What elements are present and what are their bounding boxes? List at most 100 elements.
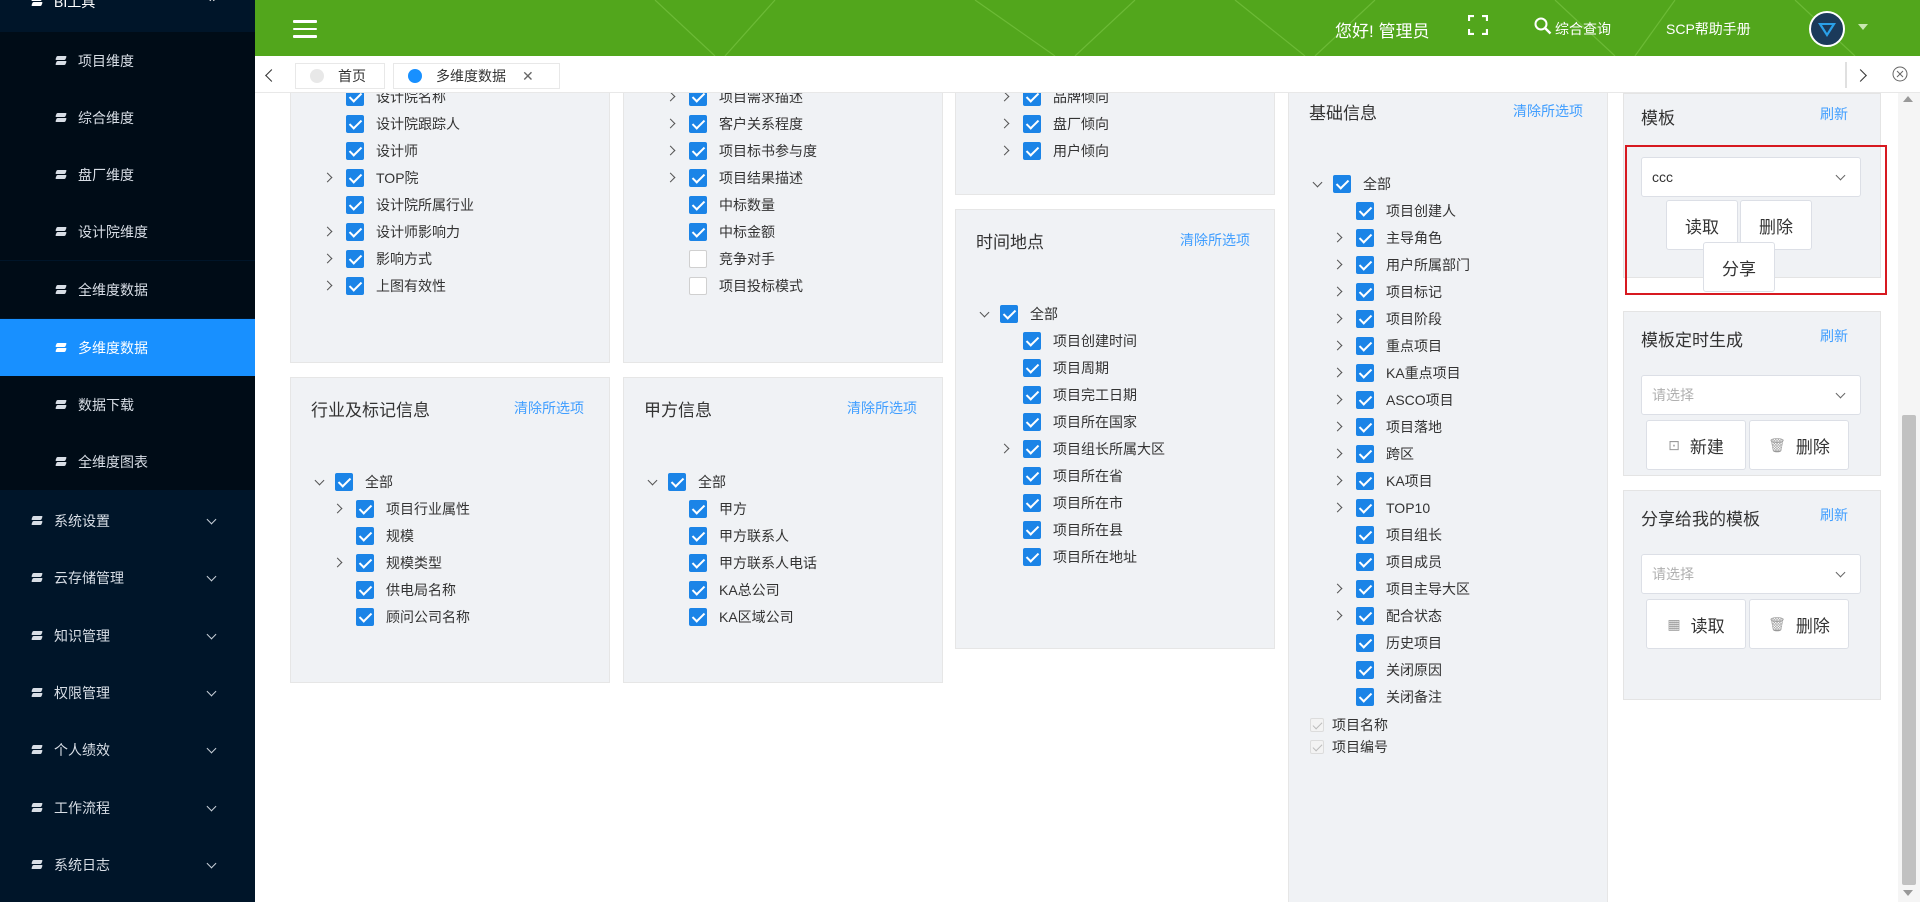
checkbox[interactable] (689, 277, 707, 295)
checkbox[interactable] (1356, 499, 1374, 517)
expand-icon[interactable] (332, 503, 343, 514)
expand-icon[interactable] (1332, 448, 1343, 459)
collapse-icon[interactable] (647, 475, 658, 486)
checkbox[interactable] (346, 142, 364, 160)
checkbox[interactable] (346, 277, 364, 295)
tabs-scroll-right-icon[interactable] (1854, 69, 1867, 82)
composite-search-link[interactable]: 综合查询 (1555, 19, 1611, 39)
read-button[interactable]: ▦ 读取 (1646, 599, 1746, 649)
checkbox[interactable] (1023, 115, 1041, 133)
checkbox[interactable] (1356, 337, 1374, 355)
expand-icon[interactable] (999, 118, 1010, 129)
sidebar-item-panel-factory-dimension[interactable]: 盘厂维度 (0, 146, 255, 203)
expand-icon[interactable] (322, 253, 333, 264)
checkbox[interactable] (1356, 553, 1374, 571)
new-button[interactable]: ⊡ 新建 (1646, 420, 1746, 470)
close-all-tabs-icon[interactable] (1892, 66, 1908, 82)
expand-icon[interactable] (322, 172, 333, 183)
checkbox[interactable] (356, 500, 374, 518)
expand-icon[interactable] (332, 557, 343, 568)
refresh-link[interactable]: 刷新 (1820, 326, 1848, 346)
sidebar-item-permissions[interactable]: 权限管理 (0, 664, 255, 721)
expand-icon[interactable] (665, 118, 676, 129)
expand-icon[interactable] (665, 145, 676, 156)
sidebar-item-knowledge[interactable]: 知识管理 (0, 607, 255, 664)
checkbox[interactable] (1356, 526, 1374, 544)
checkbox[interactable] (1356, 283, 1374, 301)
checkbox[interactable] (346, 250, 364, 268)
refresh-link[interactable]: 刷新 (1820, 104, 1848, 124)
checkbox-all[interactable] (1000, 305, 1018, 323)
checkbox[interactable] (356, 554, 374, 572)
checkbox[interactable] (689, 142, 707, 160)
caret-down-icon[interactable] (1858, 24, 1868, 30)
checkbox[interactable] (346, 93, 364, 106)
checkbox[interactable] (689, 500, 707, 518)
checkbox[interactable] (1023, 332, 1041, 350)
checkbox[interactable] (346, 115, 364, 133)
expand-icon[interactable] (1332, 259, 1343, 270)
checkbox[interactable] (1023, 440, 1041, 458)
sidebar-item-workflow[interactable]: 工作流程 (0, 779, 255, 836)
checkbox[interactable] (1356, 256, 1374, 274)
checkbox[interactable] (1356, 607, 1374, 625)
checkbox[interactable] (1356, 472, 1374, 490)
checkbox[interactable] (1023, 548, 1041, 566)
expand-icon[interactable] (1332, 610, 1343, 621)
checkbox[interactable] (1356, 634, 1374, 652)
sidebar-item-system-log[interactable]: 系统日志 (0, 836, 255, 893)
clear-selection-link[interactable]: 清除所选项 (1513, 101, 1583, 121)
sidebar-item-project-dimension[interactable]: 项目维度 (0, 32, 255, 89)
expand-icon[interactable] (1332, 394, 1343, 405)
checkbox[interactable] (1356, 310, 1374, 328)
delete-button[interactable]: 🗑 删除 (1749, 420, 1849, 470)
checkbox[interactable] (1023, 467, 1041, 485)
menu-toggle-icon[interactable] (293, 20, 317, 38)
checkbox[interactable] (1356, 229, 1374, 247)
expand-icon[interactable] (1332, 475, 1343, 486)
checkbox[interactable] (689, 169, 707, 187)
sidebar-item-performance[interactable]: 个人绩效 (0, 721, 255, 778)
tabs-scroll-left-icon[interactable] (265, 69, 278, 82)
expand-icon[interactable] (1332, 367, 1343, 378)
fullscreen-icon[interactable] (1468, 15, 1488, 35)
checkbox[interactable] (356, 527, 374, 545)
expand-icon[interactable] (1332, 232, 1343, 243)
avatar[interactable] (1809, 11, 1845, 47)
sidebar-item-cloud-storage[interactable]: 云存储管理 (0, 549, 255, 606)
checkbox[interactable] (689, 581, 707, 599)
expand-icon[interactable] (665, 172, 676, 183)
checkbox[interactable] (689, 527, 707, 545)
expand-icon[interactable] (999, 93, 1010, 102)
checkbox[interactable] (1356, 364, 1374, 382)
checkbox-all[interactable] (335, 473, 353, 491)
clear-selection-link[interactable]: 清除所选项 (1180, 230, 1250, 250)
checkbox[interactable] (356, 581, 374, 599)
clear-selection-link[interactable]: 清除所选项 (514, 398, 584, 418)
checkbox[interactable] (1356, 418, 1374, 436)
checkbox[interactable] (1023, 386, 1041, 404)
clear-selection-link[interactable]: 清除所选项 (847, 398, 917, 418)
checkbox[interactable] (346, 196, 364, 214)
sidebar-section-bi-tools[interactable]: BI工具 ⌃ (0, 0, 255, 22)
expand-icon[interactable] (322, 226, 333, 237)
checkbox[interactable] (356, 608, 374, 626)
checkbox[interactable] (689, 554, 707, 572)
help-manual-link[interactable]: SCP帮助手册 (1666, 19, 1751, 39)
sidebar-item-design-institute-dimension[interactable]: 设计院维度 (0, 203, 255, 260)
checkbox[interactable] (689, 608, 707, 626)
sidebar-item-multi-dimension-data[interactable]: 多维度数据 (0, 319, 255, 376)
checkbox[interactable] (1356, 580, 1374, 598)
expand-icon[interactable] (665, 93, 676, 102)
checkbox[interactable] (1356, 391, 1374, 409)
schedule-select[interactable]: 请选择 (1641, 375, 1861, 415)
checkbox-all[interactable] (668, 473, 686, 491)
checkbox[interactable] (1023, 142, 1041, 160)
expand-icon[interactable] (1332, 421, 1343, 432)
checkbox[interactable] (689, 223, 707, 241)
expand-icon[interactable] (999, 145, 1010, 156)
checkbox[interactable] (1023, 359, 1041, 377)
sidebar-item-composite-dimension[interactable]: 综合维度 (0, 89, 255, 146)
expand-icon[interactable] (1332, 502, 1343, 513)
checkbox[interactable] (346, 223, 364, 241)
